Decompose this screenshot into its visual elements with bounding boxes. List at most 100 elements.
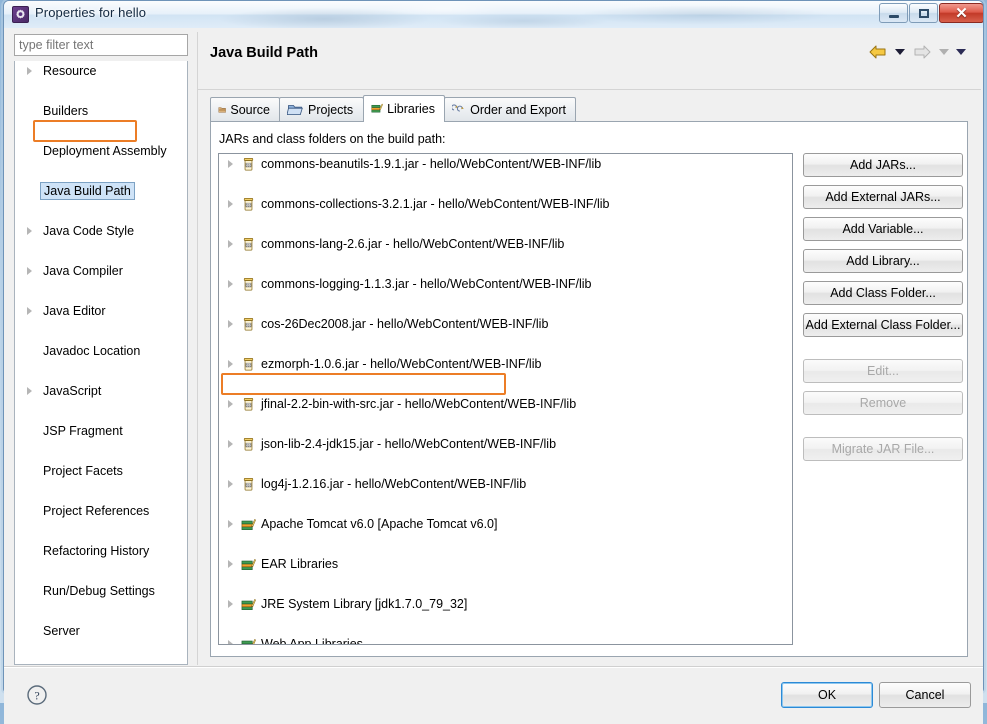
build-path-entry[interactable]: 010 ezmorph-1.0.6.jar - hello/WebContent… bbox=[219, 354, 792, 374]
order-export-icon bbox=[451, 102, 466, 117]
build-path-entry-label: Apache Tomcat v6.0 [Apache Tomcat v6.0] bbox=[261, 517, 498, 531]
sidebar-item-label: Project Facets bbox=[43, 464, 123, 478]
forward-history-chevron-down-icon bbox=[939, 49, 949, 55]
sidebar-item-javadoc-location[interactable]: Javadoc Location bbox=[15, 341, 187, 361]
build-path-entry[interactable]: 010 cos-26Dec2008.jar - hello/WebContent… bbox=[219, 314, 792, 334]
build-path-entry[interactable]: 010 commons-lang-2.6.jar - hello/WebCont… bbox=[219, 234, 792, 254]
build-path-entry[interactable]: 010 commons-beanutils-1.9.1.jar - hello/… bbox=[219, 154, 792, 174]
sidebar-item-resource[interactable]: Resource bbox=[15, 61, 187, 81]
jar-icon: 010 bbox=[243, 158, 254, 171]
sidebar-item-server[interactable]: Server bbox=[15, 621, 187, 641]
build-path-entry[interactable]: Apache Tomcat v6.0 [Apache Tomcat v6.0] bbox=[219, 514, 792, 534]
filter-input[interactable] bbox=[14, 34, 188, 56]
jar-icon: 010 bbox=[241, 477, 256, 492]
sidebar-item-label: Resource bbox=[43, 64, 97, 78]
expand-triangle-icon[interactable] bbox=[228, 280, 233, 288]
expand-triangle-icon[interactable] bbox=[27, 227, 32, 235]
build-path-entry-label: json-lib-2.4-jdk15.jar - hello/WebConten… bbox=[261, 437, 557, 451]
sidebar-item-javascript[interactable]: JavaScript bbox=[15, 381, 187, 401]
build-path-entry[interactable]: 010 log4j-1.2.16.jar - hello/WebContent/… bbox=[219, 474, 792, 494]
sidebar-item-service-policies[interactable]: Service Policies bbox=[15, 661, 187, 664]
build-path-tabstrip[interactable]: Source Projects Libraries Order and Expo… bbox=[210, 95, 968, 122]
expand-triangle-icon[interactable] bbox=[27, 267, 32, 275]
build-path-entry-label: commons-beanutils-1.9.1.jar - hello/WebC… bbox=[261, 157, 602, 171]
sidebar-item-project-references[interactable]: Project References bbox=[15, 501, 187, 521]
build-path-entry[interactable]: 010 json-lib-2.4-jdk15.jar - hello/WebCo… bbox=[219, 434, 792, 454]
sidebar-item-deployment-assembly[interactable]: Deployment Assembly bbox=[15, 141, 187, 161]
tab-source[interactable]: Source bbox=[210, 97, 280, 121]
tab-libraries[interactable]: Libraries bbox=[363, 95, 445, 122]
library-icon bbox=[241, 519, 256, 530]
maximize-button[interactable] bbox=[909, 3, 938, 23]
add-jars-button[interactable]: Add JARs... bbox=[803, 153, 963, 177]
build-path-entry[interactable]: 010 jfinal-2.2-bin-with-src.jar - hello/… bbox=[219, 394, 792, 414]
sidebar-item-run-debug-settings[interactable]: Run/Debug Settings bbox=[15, 581, 187, 601]
title-separator bbox=[198, 89, 981, 90]
build-path-entry[interactable]: 010 commons-collections-3.2.1.jar - hell… bbox=[219, 194, 792, 214]
expand-triangle-icon[interactable] bbox=[228, 560, 233, 568]
build-path-entry[interactable]: 010 commons-logging-1.1.3.jar - hello/We… bbox=[219, 274, 792, 294]
build-path-list[interactable]: 010 commons-beanutils-1.9.1.jar - hello/… bbox=[218, 153, 793, 645]
add-library-button[interactable]: Add Library... bbox=[803, 249, 963, 273]
tab-order-and-export[interactable]: Order and Export bbox=[444, 97, 576, 121]
expand-triangle-icon[interactable] bbox=[228, 360, 233, 368]
button-label: Add External Class Folder... bbox=[805, 318, 961, 332]
build-path-entry-label: cos-26Dec2008.jar - hello/WebContent/WEB… bbox=[261, 317, 549, 331]
expand-triangle-icon[interactable] bbox=[228, 600, 233, 608]
source-folder-icon bbox=[218, 106, 226, 113]
add-class-folder-button[interactable]: Add Class Folder... bbox=[803, 281, 963, 305]
add-variable-button[interactable]: Add Variable... bbox=[803, 217, 963, 241]
expand-triangle-icon[interactable] bbox=[27, 307, 32, 315]
sidebar-item-builders[interactable]: Builders bbox=[15, 101, 187, 121]
sidebar-item-java-code-style[interactable]: Java Code Style bbox=[15, 221, 187, 241]
expand-triangle-icon[interactable] bbox=[228, 480, 233, 488]
minimize-button[interactable] bbox=[879, 3, 908, 23]
expand-triangle-icon[interactable] bbox=[27, 67, 32, 75]
close-button[interactable]: ✕ bbox=[939, 3, 983, 23]
tab-projects[interactable]: Projects bbox=[279, 97, 364, 121]
sidebar-item-label: Java Compiler bbox=[43, 264, 123, 278]
sidebar-item-java-compiler[interactable]: Java Compiler bbox=[15, 261, 187, 281]
jar-icon: 010 bbox=[243, 478, 254, 491]
page-title: Java Build Path bbox=[210, 45, 318, 61]
forward-arrow-icon bbox=[914, 45, 931, 59]
expand-triangle-icon[interactable] bbox=[228, 640, 233, 644]
expand-triangle-icon[interactable] bbox=[228, 200, 233, 208]
ok-button[interactable]: OK bbox=[781, 682, 873, 708]
build-path-entry[interactable]: JRE System Library [jdk1.7.0_79_32] bbox=[219, 594, 792, 614]
build-path-entry[interactable]: EAR Libraries bbox=[219, 554, 792, 574]
sidebar-item-jsp-fragment[interactable]: JSP Fragment bbox=[15, 421, 187, 441]
build-path-entry-label: JRE System Library [jdk1.7.0_79_32] bbox=[261, 597, 468, 611]
sidebar-item-label: Javadoc Location bbox=[43, 344, 141, 358]
title-bar[interactable]: Properties for hello ✕ bbox=[4, 1, 983, 28]
tab-label: Projects bbox=[308, 102, 354, 117]
add-external-jars-button[interactable]: Add External JARs... bbox=[803, 185, 963, 209]
expand-triangle-icon[interactable] bbox=[228, 520, 233, 528]
sidebar-item-refactoring-history[interactable]: Refactoring History bbox=[15, 541, 187, 561]
page-nav-controls[interactable] bbox=[868, 44, 966, 60]
page-menu-chevron-down-icon[interactable] bbox=[956, 49, 966, 55]
jar-icon: 010 bbox=[241, 277, 256, 292]
sidebar-item-java-build-path[interactable]: Java Build Path bbox=[15, 181, 187, 201]
tab-label: Order and Export bbox=[470, 102, 566, 117]
expand-triangle-icon[interactable] bbox=[228, 400, 233, 408]
sidebar-item-label: Refactoring History bbox=[43, 544, 150, 558]
cancel-button[interactable]: Cancel bbox=[879, 682, 971, 708]
sidebar-item-java-editor[interactable]: Java Editor bbox=[15, 301, 187, 321]
build-path-entry[interactable]: Web App Libraries bbox=[219, 634, 792, 644]
expand-triangle-icon[interactable] bbox=[27, 387, 32, 395]
back-arrow-icon[interactable] bbox=[868, 44, 888, 60]
library-action-buttons[interactable]: Add JARs... Add External JARs... Add Varia… bbox=[803, 153, 963, 469]
libraries-tab-content: JARs and class folders on the build path… bbox=[210, 122, 968, 657]
ok-button-label: OK bbox=[817, 688, 837, 702]
add-external-class-folder-button[interactable]: Add External Class Folder... bbox=[803, 313, 963, 337]
expand-triangle-icon[interactable] bbox=[228, 440, 233, 448]
preferences-tree[interactable]: Resource Builders Deployment Assembly Java … bbox=[14, 61, 188, 665]
sidebar-item-project-facets[interactable]: Project Facets bbox=[15, 461, 187, 481]
expand-triangle-icon[interactable] bbox=[228, 240, 233, 248]
back-history-chevron-down-icon[interactable] bbox=[895, 49, 905, 55]
build-path-entry-label: EAR Libraries bbox=[261, 557, 339, 571]
expand-triangle-icon[interactable] bbox=[228, 320, 233, 328]
expand-triangle-icon[interactable] bbox=[228, 160, 233, 168]
books-icon bbox=[371, 103, 384, 112]
